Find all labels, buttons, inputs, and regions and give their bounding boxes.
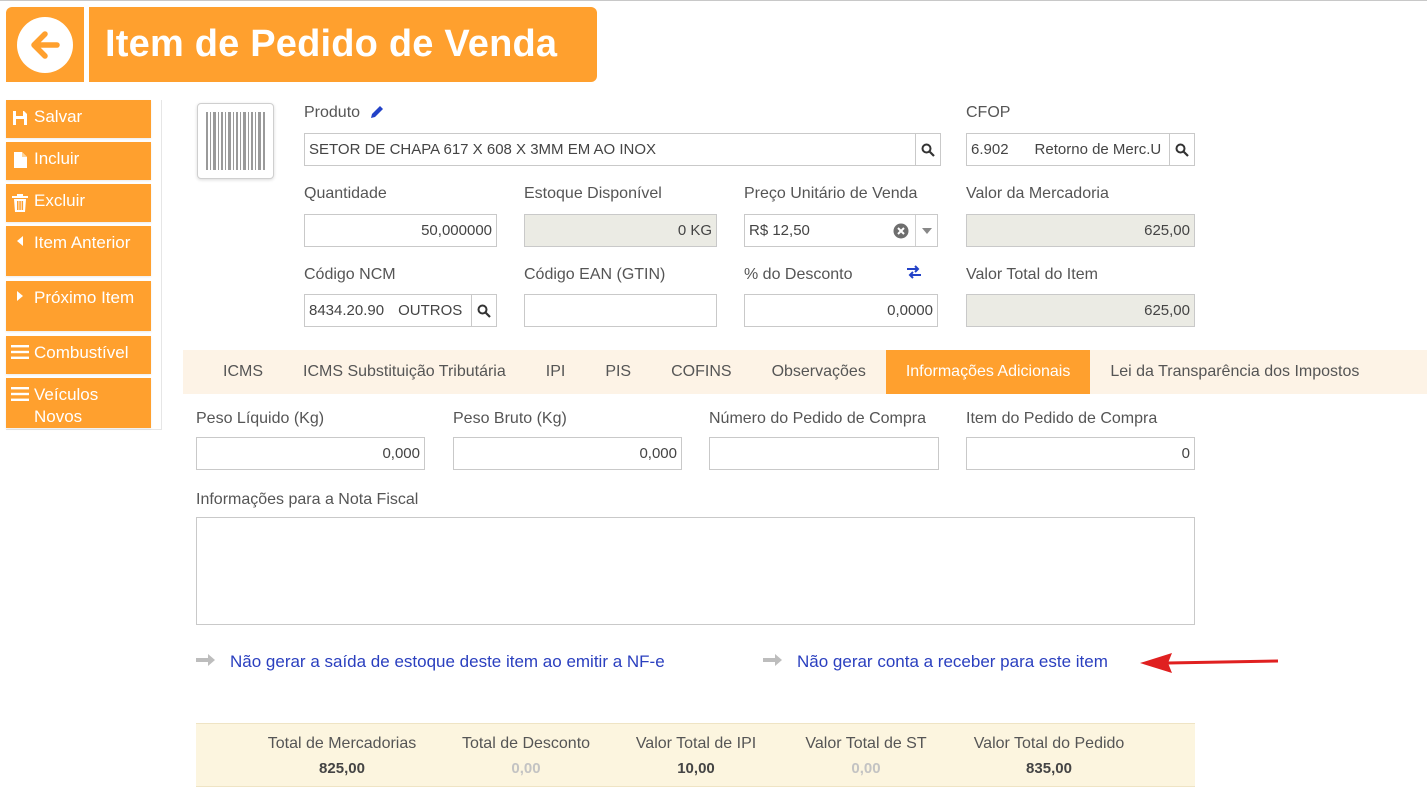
tab-bar: ICMS ICMS Substituição Tributária IPI PI… — [183, 350, 1427, 394]
product-image[interactable] — [197, 103, 274, 179]
tab-icms[interactable]: ICMS — [183, 350, 283, 394]
gross-weight-field[interactable]: 0,000 — [453, 437, 682, 470]
barcode-icon — [205, 112, 265, 170]
arrow-right-icon — [763, 652, 783, 672]
arrow-right-icon — [196, 652, 216, 672]
caret-left-icon — [6, 226, 34, 247]
file-icon — [6, 142, 34, 169]
merchandise-value-label: Valor da Mercadoria — [966, 185, 1109, 202]
annotation-arrow-icon — [1140, 653, 1279, 673]
top-border — [0, 0, 1427, 1]
delete-button[interactable]: Excluir — [6, 184, 151, 222]
add-button-label: Incluir — [34, 149, 80, 168]
menu-icon — [6, 336, 34, 359]
search-icon — [921, 143, 935, 157]
total-merchandise: Total de Mercadorias 825,00 — [267, 735, 417, 777]
unit-price-label: Preço Unitário de Venda — [744, 185, 918, 202]
previous-item-button[interactable]: Item Anterior — [6, 226, 151, 276]
chevron-down-icon[interactable] — [915, 215, 937, 246]
ncm-field[interactable]: 8434.20.90 OUTROS — [304, 294, 497, 327]
ncm-label: Código NCM — [304, 266, 396, 283]
discount-field[interactable]: 0,0000 — [744, 294, 938, 327]
tab-ipi[interactable]: IPI — [526, 350, 586, 394]
item-total-label: Valor Total do Item — [966, 266, 1098, 283]
new-vehicles-button[interactable]: Veículos Novos — [6, 378, 151, 428]
save-button-label: Salvar — [34, 107, 83, 126]
previous-item-label: Item Anterior — [34, 233, 131, 252]
no-receivable-link[interactable]: Não gerar conta a receber para este item — [763, 652, 1108, 672]
save-icon — [6, 100, 34, 127]
stock-label: Estoque Disponível — [524, 185, 662, 202]
total-st: Valor Total de ST 0,00 — [805, 735, 927, 777]
product-field[interactable]: SETOR DE CHAPA 617 X 608 X 3MM EM AO INO… — [304, 133, 941, 166]
stock-field: 0 KG — [524, 214, 717, 247]
net-weight-label: Peso Líquido (Kg) — [196, 410, 325, 427]
ncm-search-button[interactable] — [471, 294, 497, 327]
new-vehicles-label: Veículos Novos — [34, 385, 99, 426]
trash-icon — [6, 184, 34, 213]
total-discount: Total de Desconto 0,00 — [461, 735, 591, 777]
quantity-label: Quantidade — [304, 185, 387, 202]
page-title: Item de Pedido de Venda — [89, 7, 597, 82]
total-ipi: Valor Total de IPI 10,00 — [635, 735, 757, 777]
total-order: Valor Total do Pedido 835,00 — [973, 735, 1125, 777]
fuel-button[interactable]: Combustível — [6, 336, 151, 374]
item-total-field: 625,00 — [966, 294, 1195, 327]
tab-informacoes-adicionais[interactable]: Informações Adicionais — [885, 350, 1091, 394]
next-item-label: Próximo Item — [34, 288, 135, 307]
tab-observacoes[interactable]: Observações — [752, 350, 886, 394]
purchase-order-number-field[interactable] — [709, 437, 939, 470]
ean-field[interactable] — [524, 294, 717, 327]
invoice-info-textarea[interactable] — [196, 517, 1195, 625]
purchase-order-item-label: Item do Pedido de Compra — [966, 410, 1158, 427]
sidebar: Salvar Incluir Excluir Item Anterior Pró… — [6, 100, 162, 430]
ean-label: Código EAN (GTIN) — [524, 266, 666, 283]
save-button[interactable]: Salvar — [6, 100, 151, 138]
gross-weight-label: Peso Bruto (Kg) — [453, 410, 567, 427]
caret-right-icon — [6, 281, 34, 302]
delete-button-label: Excluir — [34, 191, 86, 210]
tab-cofins[interactable]: COFINS — [651, 350, 751, 394]
tab-icms-st[interactable]: ICMS Substituição Tributária — [283, 350, 526, 394]
clear-icon[interactable] — [893, 223, 909, 243]
discount-label: % do Desconto — [744, 266, 853, 283]
product-label: Produto — [304, 104, 385, 125]
totals-bar: Total de Mercadorias 825,00 Total de Des… — [196, 723, 1195, 787]
swap-icon[interactable] — [906, 265, 922, 284]
tab-lei-transparencia[interactable]: Lei da Transparência dos Impostos — [1090, 350, 1379, 394]
menu-icon — [6, 378, 34, 401]
merchandise-value-field: 625,00 — [966, 214, 1195, 247]
purchase-order-item-field[interactable]: 0 — [966, 437, 1195, 470]
next-item-button[interactable]: Próximo Item — [6, 281, 151, 331]
quantity-field[interactable]: 50,000000 — [304, 214, 497, 247]
search-icon — [1175, 143, 1189, 157]
cfop-search-button[interactable] — [1169, 133, 1195, 166]
back-arrow-icon — [17, 16, 73, 73]
search-icon — [477, 304, 491, 318]
back-button[interactable] — [6, 7, 84, 82]
no-stock-output-link[interactable]: Não gerar a saída de estoque deste item … — [196, 652, 665, 672]
net-weight-field[interactable]: 0,000 — [196, 437, 425, 470]
cfop-label: CFOP — [966, 104, 1011, 121]
cfop-field[interactable]: 6.902 Retorno de Merc.U — [966, 133, 1195, 166]
pencil-icon[interactable] — [369, 104, 385, 125]
tab-pis[interactable]: PIS — [585, 350, 651, 394]
add-button[interactable]: Incluir — [6, 142, 151, 180]
unit-price-field[interactable]: R$ 12,50 — [744, 214, 938, 247]
fuel-button-label: Combustível — [34, 343, 129, 362]
invoice-info-label: Informações para a Nota Fiscal — [196, 491, 419, 508]
purchase-order-number-label: Número do Pedido de Compra — [709, 410, 927, 427]
product-search-button[interactable] — [915, 133, 941, 166]
